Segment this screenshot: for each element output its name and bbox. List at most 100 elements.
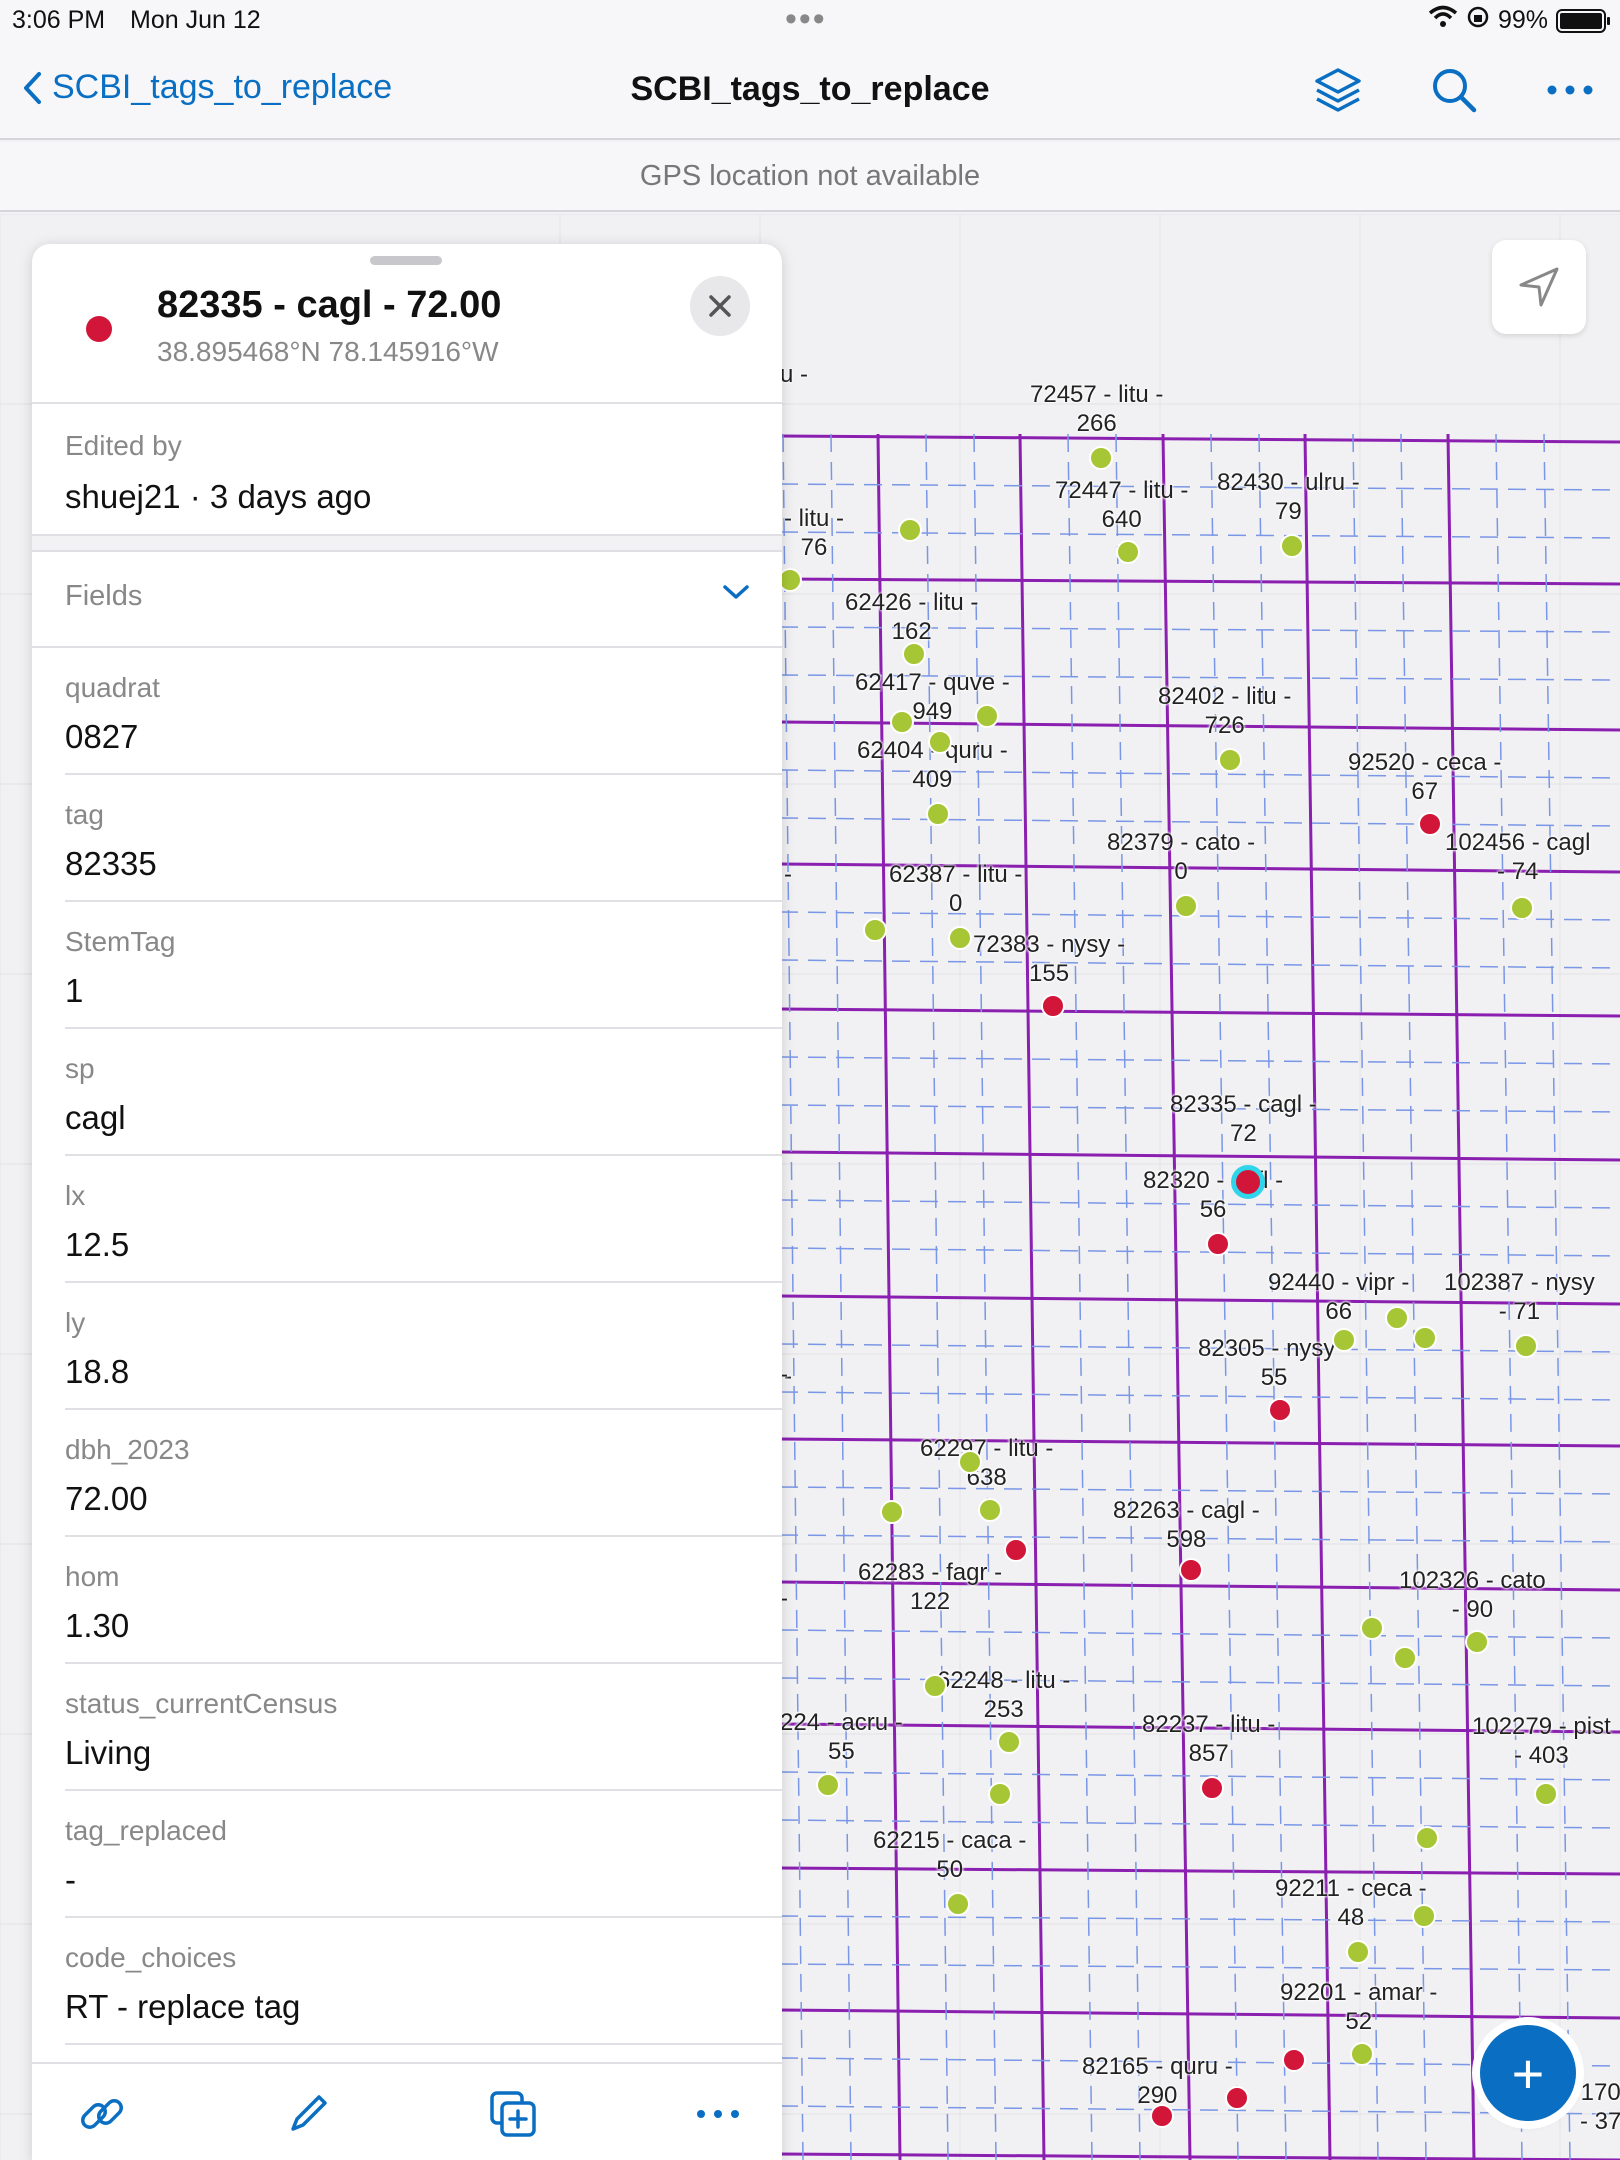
tree-point-marker[interactable] (1280, 534, 1304, 558)
map-feature-label: u - (780, 361, 809, 388)
tree-point-marker[interactable] (958, 1450, 982, 1474)
tree-point-marker[interactable] (1346, 1940, 1370, 1964)
field-row-quadrat: quadrat 0827 (65, 648, 782, 775)
tag-replace-marker[interactable] (1004, 1538, 1028, 1562)
tree-point-marker[interactable] (1465, 1630, 1489, 1654)
field-value: 18.8 (65, 1353, 130, 1390)
tree-point-marker[interactable] (978, 1498, 1002, 1522)
nav-actions (1310, 62, 1598, 118)
status-bar: 3:06 PM Mon Jun 12 ••• 99% (0, 0, 1620, 40)
multitasking-dots-icon[interactable]: ••• (785, 0, 827, 39)
field-row-sp: sp cagl (65, 1029, 782, 1156)
edit-info: Edited by shuej21 · 3 days ago (32, 404, 782, 536)
field-label: sp (65, 1053, 95, 1084)
tag-replace-marker[interactable] (1282, 2048, 1306, 2072)
tree-point-marker[interactable] (1413, 1326, 1437, 1350)
field-row-ly: ly 18.8 (65, 1283, 782, 1410)
map-feature-label: 170- 37 (1580, 2079, 1620, 2135)
tree-point-marker[interactable] (1350, 2042, 1374, 2066)
field-row-tag-replaced: tag_replaced - (65, 1791, 782, 1918)
tree-point-marker[interactable] (1514, 1334, 1538, 1358)
tree-point-marker[interactable] (1393, 1646, 1417, 1670)
tag-replace-marker[interactable] (1041, 994, 1065, 1018)
field-label: tag (65, 799, 104, 830)
tree-point-marker[interactable] (1218, 748, 1242, 772)
field-label: status_currentCensus (65, 1688, 338, 1719)
subquadrat-line (1067, 433, 1093, 2160)
tree-point-marker[interactable] (890, 710, 914, 734)
tree-point-marker[interactable] (997, 1730, 1021, 1754)
tag-replace-marker[interactable] (1418, 812, 1442, 836)
subquadrat-line (779, 817, 1620, 827)
field-value: Living (65, 1734, 152, 1771)
tag-replace-marker[interactable] (1200, 1776, 1224, 1800)
link-icon[interactable] (76, 2088, 128, 2140)
tag-replace-marker[interactable] (1179, 1558, 1203, 1582)
subquadrat-line (779, 1771, 1620, 1781)
tree-point-marker[interactable] (1332, 1328, 1356, 1352)
fields-section-toggle[interactable]: Fields (32, 552, 782, 648)
field-value: 72.00 (65, 1480, 148, 1517)
tree-point-marker[interactable] (988, 1782, 1012, 1806)
subquadrat-line (779, 1677, 1620, 1687)
battery-icon (1556, 8, 1610, 33)
tree-point-marker[interactable] (975, 704, 999, 728)
fields-label: Fields (65, 580, 143, 612)
duplicate-icon[interactable] (487, 2088, 539, 2140)
tree-point-marker[interactable] (928, 730, 952, 754)
locate-button[interactable] (1492, 240, 1586, 334)
layers-icon[interactable] (1310, 62, 1366, 118)
tree-point-marker[interactable] (946, 1892, 970, 1916)
subquadrat-line (779, 1391, 1620, 1401)
map-feature-label: 92211 - ceca -48 (1275, 1875, 1427, 1931)
tree-point-marker[interactable] (898, 518, 922, 542)
more-actions-icon[interactable] (692, 2088, 744, 2140)
tree-point-marker[interactable] (1415, 1826, 1439, 1850)
tree-point-marker[interactable] (1089, 446, 1113, 470)
tree-point-marker[interactable] (1174, 894, 1198, 918)
field-value: 12.5 (65, 1226, 130, 1263)
close-button[interactable] (690, 276, 750, 336)
battery-percent: 99% (1497, 6, 1548, 34)
feature-symbol-icon (86, 316, 112, 342)
map-feature-label: 62297 - litu -638 (920, 1435, 1054, 1491)
edited-by-value: shuej21 · 3 days ago (65, 478, 372, 515)
map-feature-label: 82237 - litu -857 (1142, 1711, 1276, 1767)
tag-replace-marker[interactable] (1225, 2086, 1249, 2110)
quadrat-line (779, 1437, 1620, 1448)
add-feature-button[interactable]: + (1480, 2025, 1576, 2121)
tree-point-marker[interactable] (923, 1674, 947, 1698)
map-feature-label: - litu -76 (784, 505, 844, 561)
tree-point-marker[interactable] (1116, 540, 1140, 564)
field-row-status: status_currentCensus Living (65, 1664, 782, 1791)
tree-point-marker[interactable] (926, 802, 950, 826)
more-options-icon[interactable] (1542, 62, 1598, 118)
field-value: cagl (65, 1099, 126, 1136)
subquadrat-line (779, 1963, 1620, 1971)
tree-point-marker[interactable] (880, 1500, 904, 1524)
edit-pencil-icon[interactable] (282, 2088, 334, 2140)
tag-replace-marker[interactable] (1206, 1232, 1230, 1256)
wifi-icon (1428, 5, 1458, 36)
field-label: hom (65, 1561, 120, 1592)
tree-point-marker[interactable] (1360, 1616, 1384, 1640)
search-icon[interactable] (1426, 62, 1482, 118)
selected-feature-marker[interactable] (1231, 1165, 1265, 1199)
tree-point-marker[interactable] (948, 926, 972, 950)
map-feature-label: 82165 - quru -290 (1082, 2053, 1233, 2109)
tree-point-marker[interactable] (902, 642, 926, 666)
tree-point-marker[interactable] (816, 1773, 840, 1797)
tree-point-marker[interactable] (1534, 1782, 1558, 1806)
tree-point-marker[interactable] (1385, 1306, 1409, 1330)
tag-replace-marker[interactable] (1150, 2104, 1174, 2128)
map-feature-label: 72383 - nysy -155 (973, 931, 1126, 987)
tree-point-marker[interactable] (1412, 1904, 1436, 1928)
popup-header: 82335 - cagl - 72.00 38.895468°N 78.1459… (32, 244, 782, 404)
tree-point-marker[interactable] (1510, 896, 1534, 920)
quadrat-line (779, 434, 1620, 444)
tree-point-marker[interactable] (863, 918, 887, 942)
field-list: quadrat 0827 tag 82335 StemTag 1 sp cagl lx 1… (65, 648, 782, 2045)
tag-replace-marker[interactable] (1268, 1398, 1292, 1422)
map-feature-label: 102279 - pist - 403 (1472, 1713, 1611, 1769)
field-value: 1.30 (65, 1607, 130, 1644)
